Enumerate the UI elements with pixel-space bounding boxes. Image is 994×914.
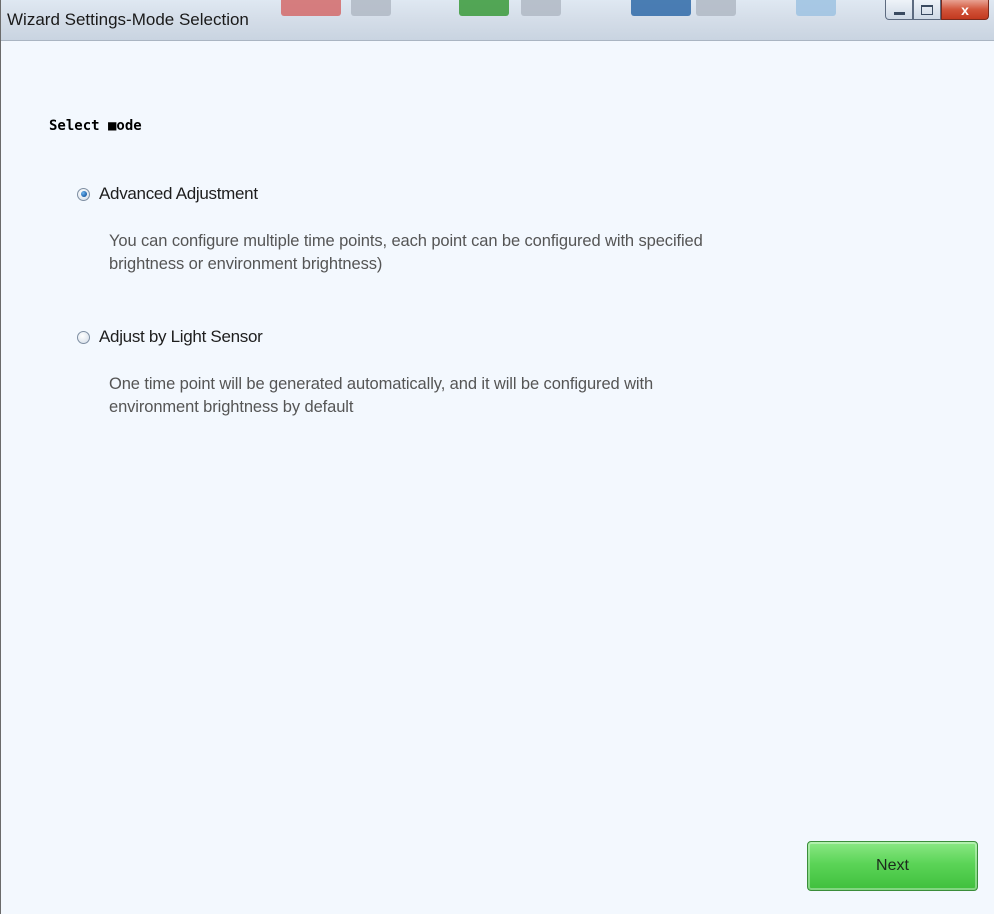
description-line: environment brightness by default (109, 398, 354, 416)
description-line: brightness or environment brightness) (109, 255, 383, 273)
option-label: Advanced Adjustment (99, 184, 258, 203)
caption-buttons: x (885, 0, 989, 22)
radio-selected-icon[interactable] (77, 187, 90, 201)
minimize-button[interactable] (885, 0, 913, 20)
title-bar[interactable]: Wizard Settings-Mode Selection x (1, 0, 994, 41)
window-title: Wizard Settings-Mode Selection (7, 10, 249, 29)
close-icon: x (961, 1, 969, 18)
maximize-icon (921, 4, 933, 15)
description-line: One time point will be generated automat… (109, 375, 654, 393)
minimize-icon (893, 11, 905, 15)
option-adjust-by-light-sensor[interactable]: Adjust by Light Sensor (77, 327, 263, 347)
background-taskbar-blue (631, 0, 691, 16)
wizard-window: Wizard Settings-Mode Selection x Select … (0, 0, 994, 914)
option-advanced-adjustment[interactable]: Advanced Adjustment (77, 184, 258, 204)
background-taskbar-grey (351, 0, 391, 16)
background-taskbar-lightblue (796, 0, 836, 16)
section-title: Select ■ode (49, 118, 142, 134)
option-description: One time point will be generated automat… (109, 373, 909, 419)
option-label: Adjust by Light Sensor (99, 327, 263, 346)
background-taskbar-green (459, 0, 509, 16)
next-button[interactable]: Next (807, 841, 978, 891)
close-button[interactable]: x (941, 0, 989, 20)
radio-unselected-icon[interactable] (77, 330, 90, 344)
maximize-button[interactable] (913, 0, 941, 20)
description-line: You can configure multiple time points, … (109, 232, 703, 250)
background-taskbar-grey-2 (521, 0, 561, 16)
background-taskbar-grey-3 (696, 0, 736, 16)
background-taskbar-red (281, 0, 341, 16)
option-description: You can configure multiple time points, … (109, 230, 909, 276)
